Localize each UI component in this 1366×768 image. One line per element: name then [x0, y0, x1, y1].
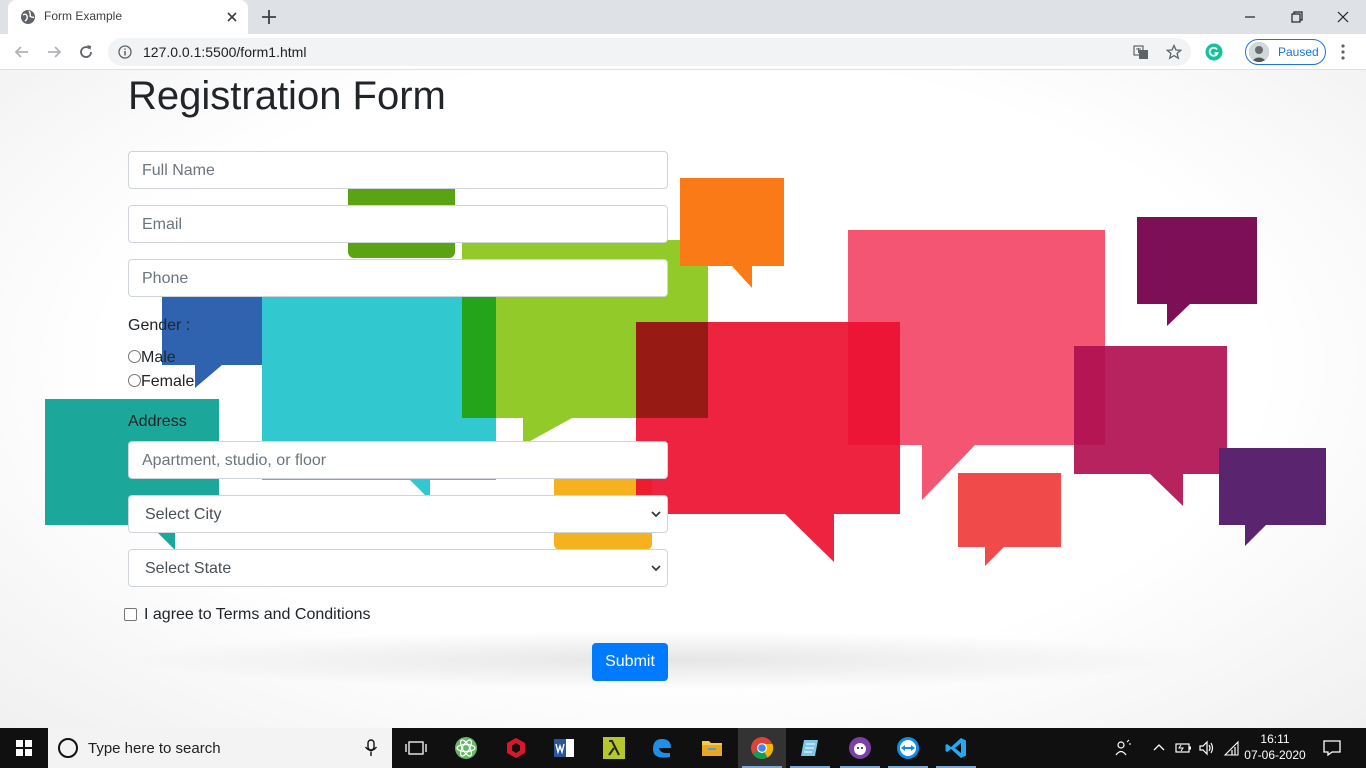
globe-icon: [21, 10, 35, 24]
windows-start-icon[interactable]: [0, 728, 48, 768]
browser-tab[interactable]: Form Example: [8, 0, 248, 34]
person-icon: [1249, 42, 1269, 62]
atom-app[interactable]: [442, 728, 490, 768]
more-menu-icon[interactable]: [1340, 42, 1346, 62]
vscode-app[interactable]: [932, 728, 980, 768]
chrome-icon: [751, 737, 774, 759]
task-view-button[interactable]: [392, 728, 440, 768]
terms-checkbox[interactable]: [124, 608, 137, 621]
gender-female-radio[interactable]: [128, 374, 141, 387]
edge-app[interactable]: [638, 728, 686, 768]
close-window-icon[interactable]: [1331, 5, 1355, 29]
address-placeholder: Apartment, studio, or floor: [142, 452, 327, 469]
tab-strip: Form Example: [0, 0, 1366, 34]
email-input[interactable]: Email: [128, 205, 668, 243]
red-app[interactable]: [492, 728, 540, 768]
phone-placeholder: Phone: [142, 270, 189, 287]
avatar: [1249, 42, 1269, 62]
chevron-down-icon: [651, 565, 661, 572]
address-bar[interactable]: 127.0.0.1:5500/form1.html: [108, 38, 1191, 66]
state-select-value: Select State: [145, 560, 232, 577]
edge-icon: [653, 739, 671, 758]
page-title: Registration Form: [128, 74, 446, 118]
notepad-app[interactable]: [786, 728, 834, 768]
word-app[interactable]: [540, 728, 588, 768]
vscode-icon: [945, 738, 966, 758]
purple-cat-icon: [849, 737, 871, 759]
search-placeholder: Type here to search: [88, 740, 221, 757]
state-select[interactable]: Select State: [128, 549, 668, 587]
microphone-icon[interactable]: [364, 739, 378, 757]
full-name-input[interactable]: Full Name: [128, 151, 668, 189]
clock-date: 07-06-2020: [1244, 748, 1306, 762]
people-icon[interactable]: [1114, 739, 1132, 757]
terms-label: I agree to Terms and Conditions: [144, 606, 371, 623]
browser-toolbar: 127.0.0.1:5500/form1.html Paused: [0, 34, 1366, 70]
gender-female-label: Female: [141, 373, 195, 390]
email-placeholder: Email: [142, 216, 183, 233]
city-select-value: Select City: [145, 506, 222, 523]
gender-male-radio[interactable]: [128, 350, 141, 363]
chevron-up-icon[interactable]: [1150, 739, 1168, 757]
folder-icon: [702, 741, 722, 756]
info-icon[interactable]: [118, 45, 132, 59]
grammarly-icon[interactable]: [1205, 43, 1223, 61]
address-input[interactable]: Apartment, studio, or floor: [128, 441, 668, 479]
url-text: 127.0.0.1:5500/form1.html: [143, 44, 307, 60]
wifi-icon[interactable]: [1222, 739, 1240, 757]
lambda-app[interactable]: [590, 728, 638, 768]
phone-input[interactable]: Phone: [128, 259, 668, 297]
lambda-icon: [603, 737, 625, 759]
teamviewer-icon: [897, 737, 919, 759]
restore-icon[interactable]: [1285, 5, 1309, 29]
task-view-icon: [405, 741, 427, 755]
chrome-app[interactable]: [738, 728, 786, 768]
minimize-icon[interactable]: [1238, 5, 1262, 29]
notification-icon[interactable]: [1322, 739, 1342, 757]
chevron-down-icon: [651, 511, 661, 518]
cortana-icon: [58, 738, 78, 758]
tab-title: Form Example: [44, 9, 123, 23]
full-name-placeholder: Full Name: [142, 162, 215, 179]
gender-male-label: Male: [141, 349, 176, 366]
red-cube-icon: [507, 738, 525, 758]
gender-label: Gender :: [128, 317, 191, 334]
taskbar-search[interactable]: Type here to search: [48, 728, 392, 768]
page-content: Registration Form Full Name Email Phone …: [0, 70, 1366, 728]
reload-icon[interactable]: [76, 42, 96, 62]
close-tab-icon[interactable]: [224, 9, 240, 25]
file-explorer-app[interactable]: [688, 728, 736, 768]
taskbar: Type here to search 16:11 07-06-2020: [0, 728, 1366, 768]
atom-icon: [455, 737, 477, 759]
clock-time: 16:11: [1260, 732, 1290, 746]
forward-icon[interactable]: [44, 42, 64, 62]
bookmark-star-icon[interactable]: [1166, 44, 1182, 60]
purple-app[interactable]: [836, 728, 884, 768]
new-tab-icon[interactable]: [260, 8, 278, 26]
battery-icon[interactable]: [1174, 739, 1192, 757]
notepad-icon: [801, 740, 818, 756]
word-icon: [554, 739, 574, 757]
taskbar-clock[interactable]: 16:11 07-06-2020: [1240, 731, 1310, 763]
teamviewer-app[interactable]: [884, 728, 932, 768]
back-icon[interactable]: [12, 42, 32, 62]
address-label: Address: [128, 413, 187, 430]
submit-button[interactable]: Submit: [592, 643, 668, 681]
profile-status: Paused: [1278, 45, 1319, 59]
translate-icon[interactable]: [1133, 44, 1149, 60]
volume-icon[interactable]: [1198, 739, 1216, 757]
profile-button[interactable]: Paused: [1245, 39, 1326, 65]
city-select[interactable]: Select City: [128, 495, 668, 533]
